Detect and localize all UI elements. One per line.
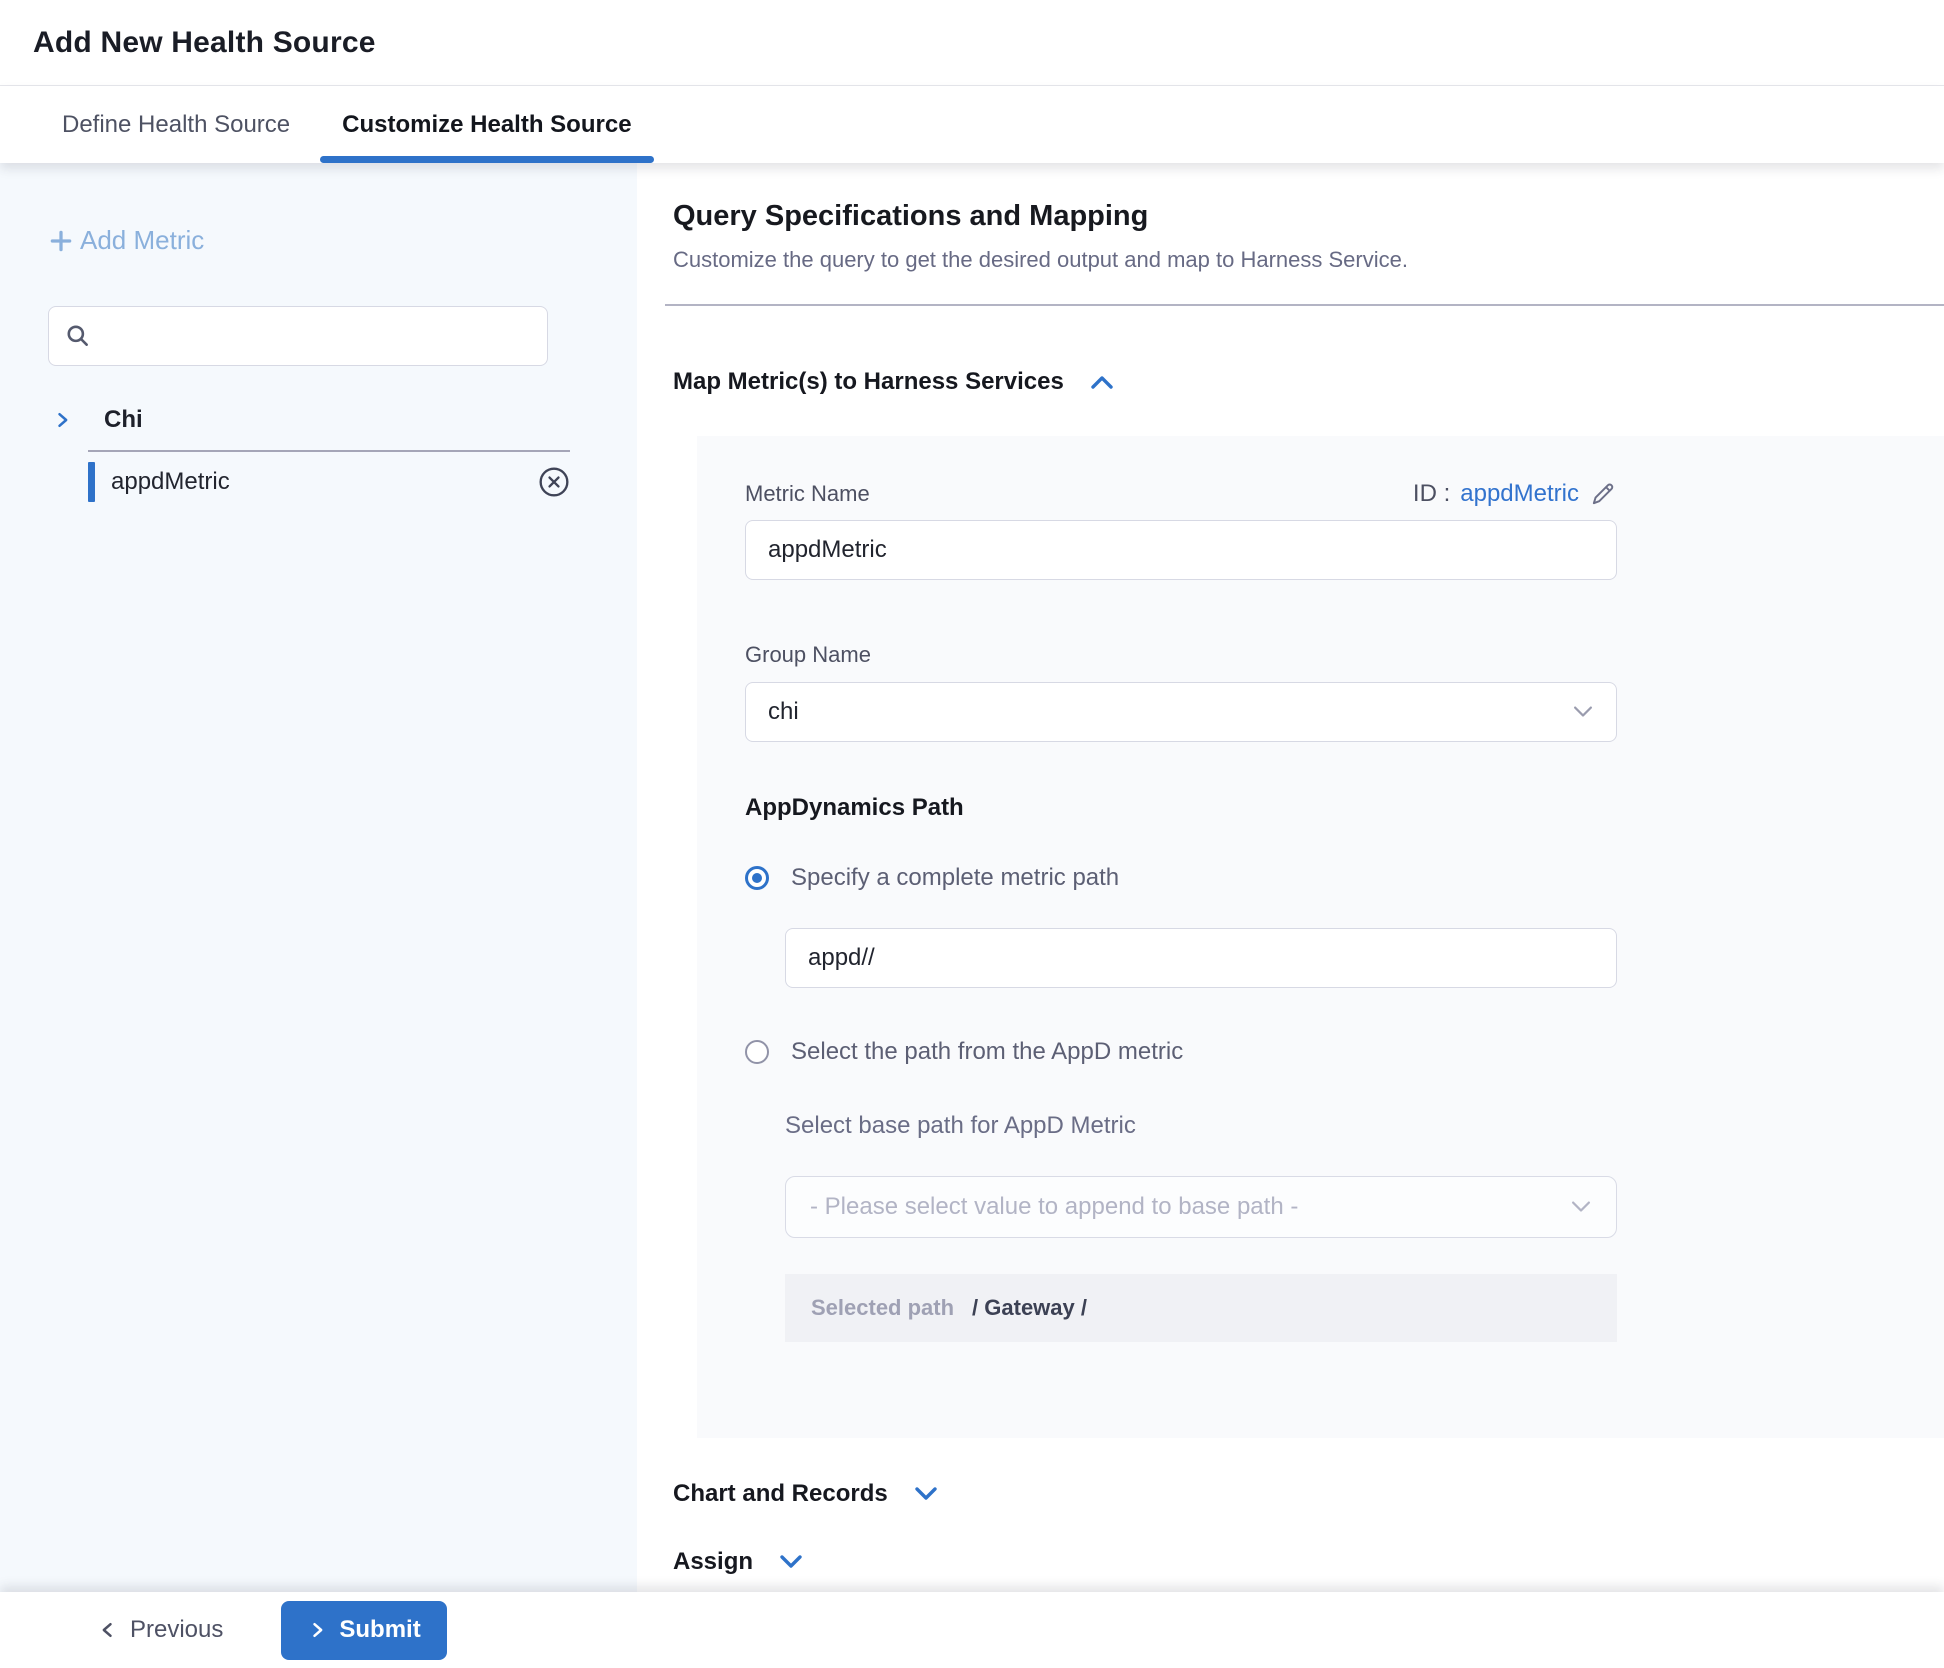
group-name-label: Chi xyxy=(104,406,143,434)
sidebar-metric-item[interactable]: appdMetric xyxy=(88,452,570,512)
appdynamics-path-title: AppDynamics Path xyxy=(745,794,1944,822)
divider xyxy=(665,304,1944,306)
tab-customize-health-source[interactable]: Customize Health Source xyxy=(324,86,649,163)
wizard-footer: Previous Submit xyxy=(0,1592,1944,1668)
metric-id-row[interactable]: ID : appdMetric xyxy=(1413,480,1617,508)
circle-x-icon xyxy=(538,466,570,498)
metric-path-input[interactable] xyxy=(785,928,1617,988)
metric-name-input[interactable] xyxy=(745,520,1617,580)
metric-item-label: appdMetric xyxy=(111,468,538,496)
chart-records-section-toggle[interactable]: Chart and Records xyxy=(673,1480,938,1508)
selected-path-value: / Gateway / xyxy=(972,1295,1087,1321)
group-name-select[interactable]: chi xyxy=(745,682,1617,742)
chevron-down-icon xyxy=(914,1485,938,1503)
metric-name-label: Metric Name xyxy=(745,481,870,507)
group-name-field-label: Group Name xyxy=(745,642,1944,668)
group-name-value: chi xyxy=(768,698,799,726)
id-label: ID : xyxy=(1413,480,1450,508)
radio-complete-path-label: Specify a complete metric path xyxy=(791,864,1119,892)
selected-path-bar: Selected path / Gateway / xyxy=(785,1274,1617,1342)
page-title: Add New Health Source xyxy=(33,26,376,60)
chevron-right-icon xyxy=(52,410,72,430)
radio-select-appd-path[interactable]: Select the path from the AppD metric xyxy=(745,1038,1183,1066)
map-metrics-panel: Metric Name ID : appdMetric Group Name c… xyxy=(697,436,1944,1438)
tab-bar: Define Health Source Customize Health So… xyxy=(0,86,1944,163)
section-subtitle: Customize the query to get the desired o… xyxy=(673,247,1944,273)
base-path-select[interactable]: - Please select value to append to base … xyxy=(785,1176,1617,1238)
chevron-right-icon xyxy=(307,1620,327,1640)
chevron-up-icon xyxy=(1090,373,1114,391)
tab-label: Define Health Source xyxy=(62,111,290,139)
radio-complete-metric-path[interactable]: Specify a complete metric path xyxy=(745,864,1119,892)
dialog-body: Add Metric Chi appdMetric xyxy=(0,163,1944,1592)
chevron-down-icon xyxy=(1570,1200,1592,1214)
radio-unselected-icon[interactable] xyxy=(745,1040,769,1064)
add-metric-button[interactable]: Add Metric xyxy=(48,225,204,256)
dialog-header: Add New Health Source xyxy=(0,0,1944,86)
chevron-down-icon xyxy=(779,1553,803,1571)
submit-button[interactable]: Submit xyxy=(281,1601,446,1660)
base-path-label: Select base path for AppD Metric xyxy=(785,1112,1944,1140)
edit-pencil-icon[interactable] xyxy=(1589,480,1617,508)
tab-define-health-source[interactable]: Define Health Source xyxy=(44,86,308,163)
previous-label: Previous xyxy=(130,1616,223,1644)
metrics-sidebar: Add Metric Chi appdMetric xyxy=(0,163,637,1592)
radio-selected-icon[interactable] xyxy=(745,866,769,890)
plus-icon xyxy=(48,228,74,254)
radio-select-path-label: Select the path from the AppD metric xyxy=(791,1038,1183,1066)
metric-search-input[interactable] xyxy=(103,322,531,350)
main-panel: Query Specifications and Mapping Customi… xyxy=(637,163,1944,1592)
chevron-left-icon xyxy=(98,1620,118,1640)
search-icon xyxy=(65,323,91,349)
remove-metric-button[interactable] xyxy=(538,466,570,498)
submit-label: Submit xyxy=(339,1616,420,1644)
id-value-link[interactable]: appdMetric xyxy=(1460,480,1579,508)
chart-records-title: Chart and Records xyxy=(673,1480,888,1508)
metric-search-box[interactable] xyxy=(48,306,548,366)
chevron-down-icon xyxy=(1572,705,1594,719)
previous-button[interactable]: Previous xyxy=(98,1616,223,1644)
section-title: Query Specifications and Mapping xyxy=(673,200,1944,233)
selected-indicator-bar xyxy=(88,462,95,502)
assign-title: Assign xyxy=(673,1548,753,1576)
selected-path-label: Selected path xyxy=(811,1295,954,1321)
add-metric-label: Add Metric xyxy=(80,225,204,256)
tab-label: Customize Health Source xyxy=(342,111,631,139)
base-path-placeholder: - Please select value to append to base … xyxy=(810,1193,1298,1221)
sidebar-group-chi[interactable]: Chi xyxy=(48,406,637,434)
map-metrics-title: Map Metric(s) to Harness Services xyxy=(673,368,1064,396)
assign-section-toggle[interactable]: Assign xyxy=(673,1548,803,1576)
metric-name-label-row: Metric Name ID : appdMetric xyxy=(745,480,1617,508)
map-metrics-section-toggle[interactable]: Map Metric(s) to Harness Services xyxy=(673,368,1114,396)
